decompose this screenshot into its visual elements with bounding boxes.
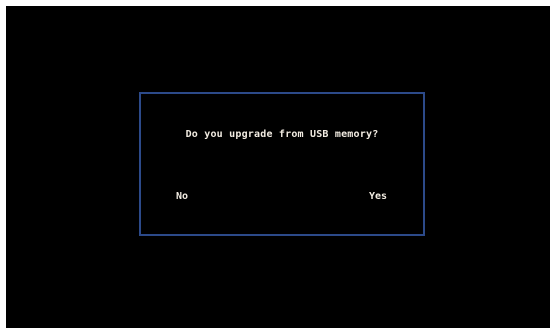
- dialog-message: Do you upgrade from USB memory?: [185, 129, 379, 140]
- no-button[interactable]: No: [176, 191, 188, 202]
- screen: Do you upgrade from USB memory? No Yes: [6, 6, 550, 328]
- upgrade-dialog: Do you upgrade from USB memory? No Yes: [139, 92, 425, 236]
- yes-button[interactable]: Yes: [369, 191, 387, 202]
